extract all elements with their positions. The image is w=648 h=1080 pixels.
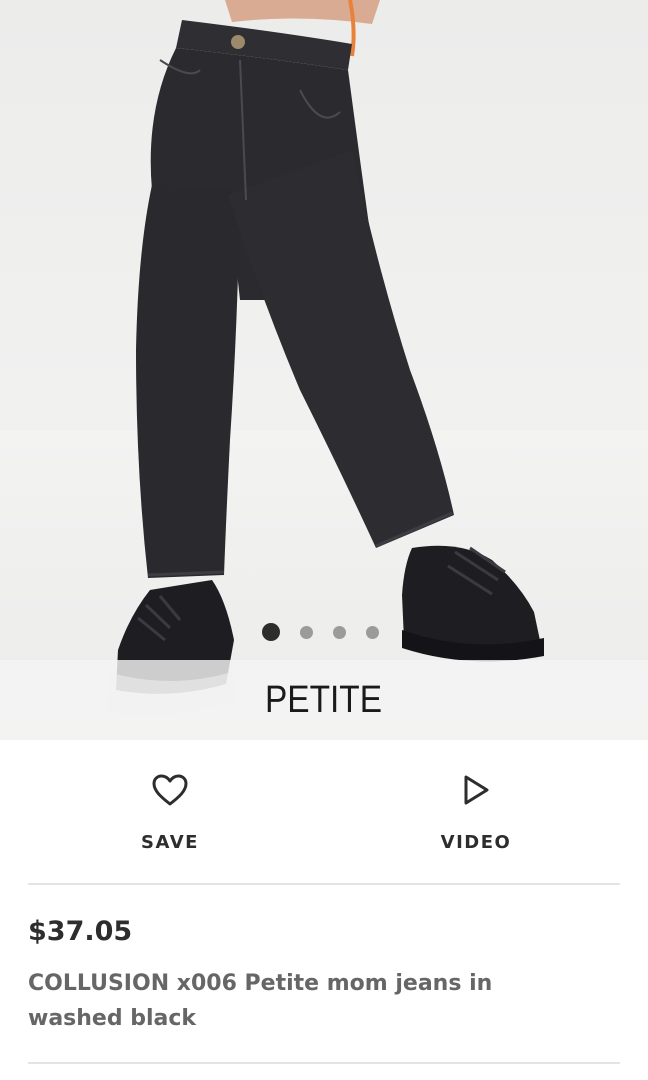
save-button[interactable]: SAVE bbox=[90, 770, 250, 853]
play-outline-icon bbox=[456, 770, 496, 810]
action-row: SAVE VIDEO bbox=[0, 740, 648, 880]
product-image-gallery[interactable]: PETITE bbox=[0, 0, 648, 740]
divider bbox=[28, 1062, 620, 1064]
product-page: PETITE SAVE VIDEO $37.05 COLLUSION x006 … bbox=[0, 0, 648, 1080]
gallery-pagination bbox=[262, 622, 379, 642]
gallery-dot-3[interactable] bbox=[333, 625, 346, 639]
save-label: SAVE bbox=[141, 832, 199, 853]
divider bbox=[28, 883, 620, 885]
gallery-dot-4[interactable] bbox=[366, 625, 379, 639]
video-button[interactable]: VIDEO bbox=[396, 770, 556, 853]
heart-outline-icon bbox=[150, 770, 190, 810]
petite-banner: PETITE bbox=[0, 660, 648, 740]
petite-label: PETITE bbox=[265, 678, 383, 721]
product-title: COLLUSION x006 Petite mom jeans in washe… bbox=[28, 971, 493, 1031]
gallery-dot-1[interactable] bbox=[262, 623, 280, 641]
product-price: $37.05 bbox=[28, 916, 133, 947]
video-label: VIDEO bbox=[440, 832, 512, 853]
gallery-dot-2[interactable] bbox=[300, 625, 313, 639]
